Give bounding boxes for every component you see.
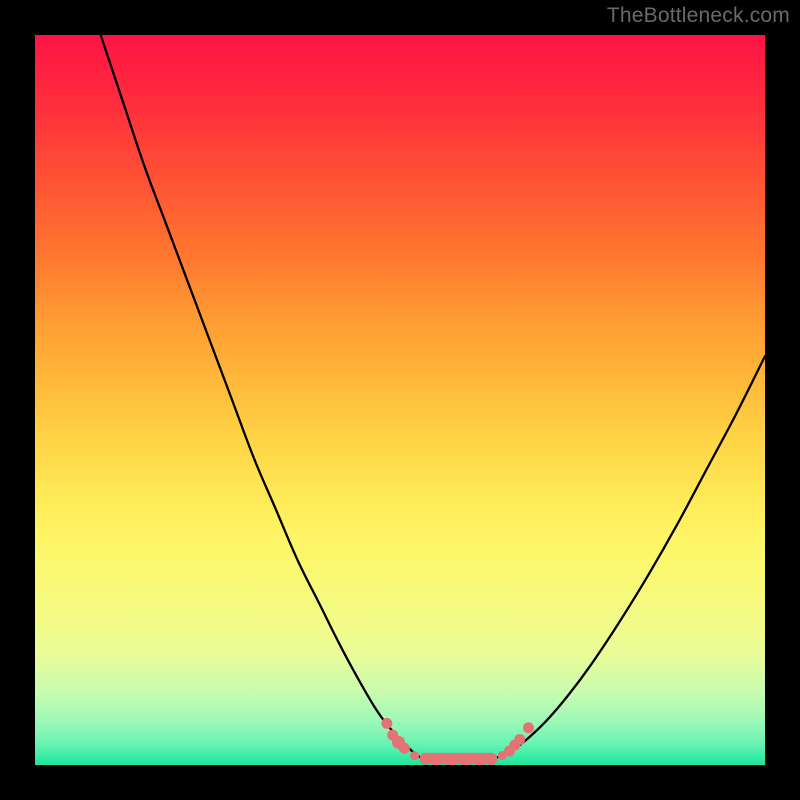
marker-dot [399, 743, 409, 753]
marker-dot [523, 723, 533, 733]
marker-dot [460, 755, 471, 765]
marker-dot [446, 755, 457, 765]
marker-dot [475, 755, 486, 765]
watermark-text: TheBottleneck.com [607, 4, 790, 28]
marker-dot [431, 755, 442, 765]
chart-svg [35, 35, 765, 765]
marker-dot [420, 753, 431, 764]
marker-dot [382, 718, 392, 728]
marker-dot [411, 752, 419, 760]
left-curve-path [101, 35, 422, 758]
plot-area [35, 35, 765, 765]
marker-dot [515, 734, 525, 744]
marker-dot [486, 754, 497, 765]
right-curve-path [495, 356, 765, 758]
chart-frame: TheBottleneck.com [0, 0, 800, 800]
